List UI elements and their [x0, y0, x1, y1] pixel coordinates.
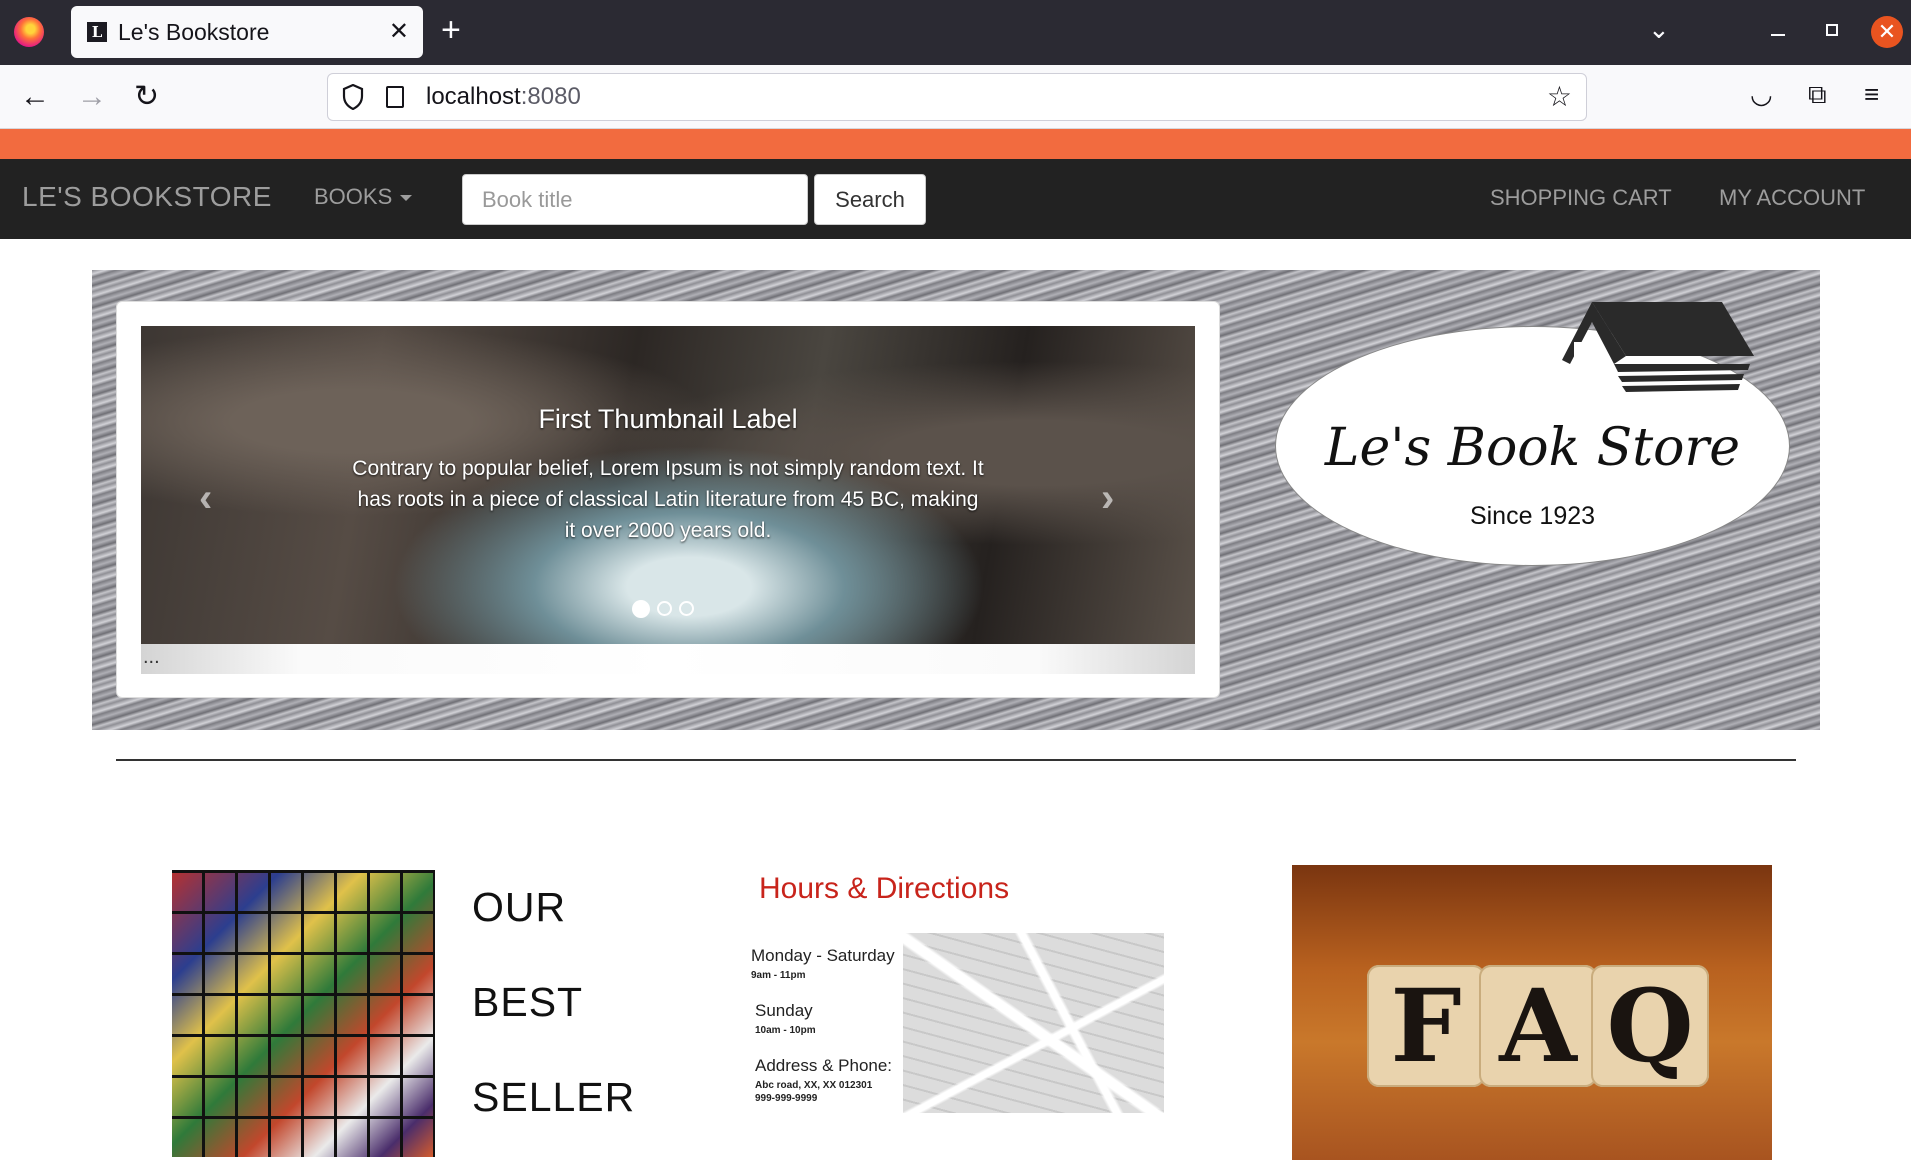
carousel-indicator[interactable] — [632, 600, 650, 618]
close-tab-icon[interactable]: ✕ — [389, 17, 409, 46]
carousel-next-icon[interactable]: › — [1101, 476, 1114, 521]
carousel-caption-title: First Thumbnail Label — [538, 404, 798, 434]
address-value: Abc road, XX, XX 012301 — [755, 1080, 873, 1091]
section-divider — [116, 759, 1796, 761]
faq-letter-block: Q — [1591, 965, 1709, 1087]
forward-icon[interactable]: → — [77, 79, 107, 115]
faq-image[interactable]: F A Q — [1292, 865, 1772, 1160]
sunday-label: Sunday — [755, 1001, 813, 1020]
books-dropdown-label: BOOKS — [314, 184, 393, 209]
accent-strip — [0, 129, 1911, 159]
carousel-indicator[interactable] — [679, 601, 694, 616]
address-label: Address & Phone: — [755, 1056, 893, 1075]
weekday-hours-value: 9am - 11pm — [751, 970, 806, 981]
weekday-label: Monday - Saturday — [751, 946, 895, 965]
image-carousel[interactable]: First Thumbnail Label Contrary to popula… — [141, 326, 1195, 644]
carousel-caption: First Thumbnail Label Contrary to popula… — [351, 404, 985, 546]
page-info-icon[interactable] — [386, 86, 404, 108]
my-account-link[interactable]: MY ACCOUNT — [1719, 185, 1865, 211]
hours-directions-title[interactable]: Hours & Directions — [759, 872, 1009, 906]
carousel-thumbnail: First Thumbnail Label Contrary to popula… — [116, 301, 1220, 698]
bestseller-line: SELLER — [472, 1074, 636, 1120]
search-button[interactable]: Search — [814, 174, 926, 225]
hero-banner: First Thumbnail Label Contrary to popula… — [92, 270, 1820, 730]
firefox-icon[interactable] — [14, 17, 44, 47]
pocket-icon[interactable]: ◡ — [1750, 79, 1773, 110]
browser-tab[interactable]: L Le's Bookstore ✕ — [71, 6, 423, 58]
menu-hamburger-icon[interactable]: ≡ — [1864, 79, 1879, 110]
bestseller-books-image[interactable] — [172, 870, 435, 1157]
bestseller-line: OUR — [472, 884, 567, 930]
extensions-icon[interactable]: ⧉ — [1808, 79, 1827, 111]
address-bar[interactable]: localhost:8080 ☆ — [327, 73, 1587, 121]
carousel-caption-text: Contrary to popular belief, Lorem Ipsum … — [352, 457, 984, 542]
list-all-tabs-icon[interactable]: ⌄ — [1648, 14, 1670, 45]
carousel-indicators — [632, 600, 701, 621]
site-navbar: LE'S BOOKSTORE BOOKS Search SHOPPING CAR… — [0, 159, 1911, 239]
minimize-window-icon[interactable] — [1771, 34, 1785, 36]
thumbnail-footer: ... — [141, 644, 1195, 674]
sunday-hours-value: 10am - 10pm — [755, 1025, 816, 1036]
caret-down-icon — [400, 195, 413, 202]
reload-icon[interactable]: ↻ — [134, 79, 159, 115]
bookmark-star-icon[interactable]: ☆ — [1547, 80, 1572, 113]
store-logo-since: Since 1923 — [1469, 502, 1596, 530]
back-icon[interactable]: ← — [20, 79, 50, 115]
restore-window-icon[interactable] — [1826, 24, 1838, 36]
faq-letter-block: F — [1367, 965, 1485, 1087]
shopping-cart-link[interactable]: SHOPPING CART — [1490, 185, 1672, 211]
address-phone: Address & Phone: Abc road, XX, XX 012301… — [755, 1056, 892, 1105]
faq-letter-block: A — [1479, 965, 1597, 1087]
url-text[interactable]: localhost:8080 — [426, 83, 581, 111]
site-favicon-icon: L — [87, 22, 107, 42]
browser-toolbar: ← → ↻ localhost:8080 ☆ ◡ ⧉ ≡ — [0, 65, 1911, 129]
carousel-indicator[interactable] — [657, 601, 672, 616]
tab-title: Le's Bookstore — [118, 19, 270, 45]
phone-value: 999-999-9999 — [755, 1093, 818, 1104]
books-dropdown[interactable]: BOOKS — [314, 184, 413, 210]
bestseller-line: BEST — [472, 979, 584, 1025]
browser-tab-bar: L Le's Bookstore ✕ + ⌄ ✕ — [0, 0, 1911, 65]
store-logo-name: Le's Book Store — [1324, 418, 1741, 478]
site-brand[interactable]: LE'S BOOKSTORE — [22, 181, 272, 213]
weekday-hours: Monday - Saturday 9am - 11pm — [751, 946, 895, 982]
sunday-hours: Sunday 10am - 10pm — [755, 1001, 816, 1037]
thumbnail-footer-text: ... — [143, 646, 160, 668]
close-window-icon[interactable]: ✕ — [1871, 16, 1903, 48]
book-title-search-input[interactable] — [462, 174, 808, 225]
house-books-logo-icon — [1562, 302, 1754, 392]
tracking-protection-shield-icon[interactable] — [342, 84, 364, 110]
store-map-image[interactable] — [903, 933, 1164, 1113]
bestseller-heading[interactable]: OUR BEST SELLER — [472, 884, 635, 1169]
carousel-prev-icon[interactable]: ‹ — [199, 476, 212, 521]
new-tab-button[interactable]: + — [441, 11, 461, 50]
